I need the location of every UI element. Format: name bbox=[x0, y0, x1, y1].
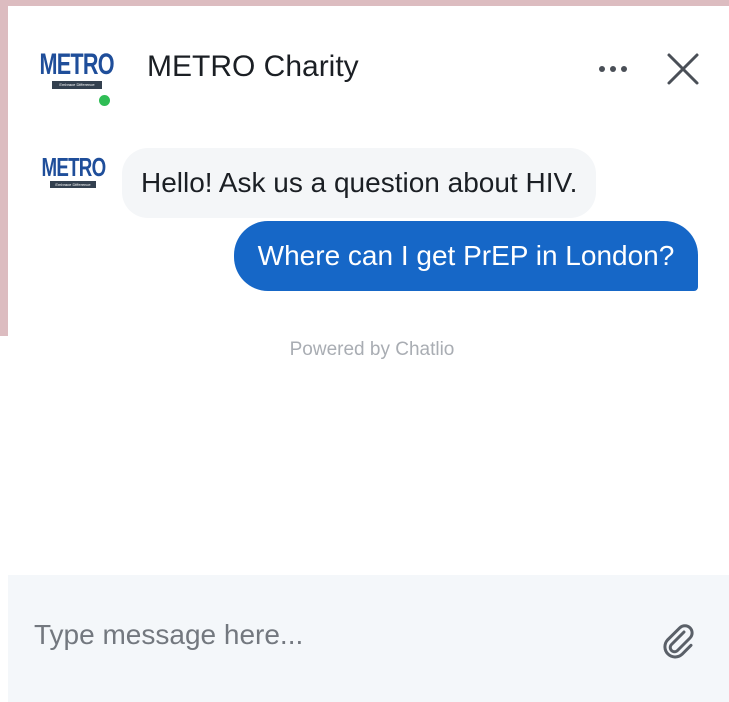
chat-header: METRO Embrace Difference METRO Charity bbox=[8, 6, 729, 126]
paperclip-icon bbox=[663, 624, 694, 659]
attach-button[interactable] bbox=[658, 619, 698, 663]
logo-word: METRO bbox=[41, 152, 106, 182]
message-input[interactable] bbox=[34, 613, 634, 657]
logo-tagline-bar: Embrace Difference bbox=[50, 181, 96, 188]
close-icon bbox=[667, 53, 699, 85]
logo-tagline-bar: Embrace Difference bbox=[52, 81, 102, 89]
online-status-dot bbox=[98, 94, 111, 107]
message-composer bbox=[8, 575, 729, 702]
chat-title: METRO Charity bbox=[147, 50, 359, 83]
logo-word: METRO bbox=[39, 48, 115, 81]
chat-widget: METRO Embrace Difference METRO Charity M… bbox=[8, 6, 729, 702]
user-message: Where can I get PrEP in London? bbox=[234, 221, 698, 291]
more-dots-icon bbox=[599, 66, 605, 72]
bot-avatar: METRO Embrace Difference bbox=[41, 152, 106, 188]
bot-message: Hello! Ask us a question about HIV. bbox=[122, 148, 597, 218]
more-dots-icon-dot bbox=[610, 66, 616, 72]
page-backdrop-left bbox=[0, 0, 8, 336]
brand-logo: METRO Embrace Difference bbox=[40, 50, 115, 89]
close-button[interactable] bbox=[663, 49, 703, 89]
more-dots-icon-dot bbox=[621, 66, 627, 72]
logo-tagline: Embrace Difference bbox=[59, 82, 95, 87]
more-options-button[interactable] bbox=[588, 54, 638, 84]
logo-tagline: Embrace Difference bbox=[55, 181, 91, 187]
powered-by-link[interactable]: Powered by Chatlio bbox=[8, 339, 729, 361]
